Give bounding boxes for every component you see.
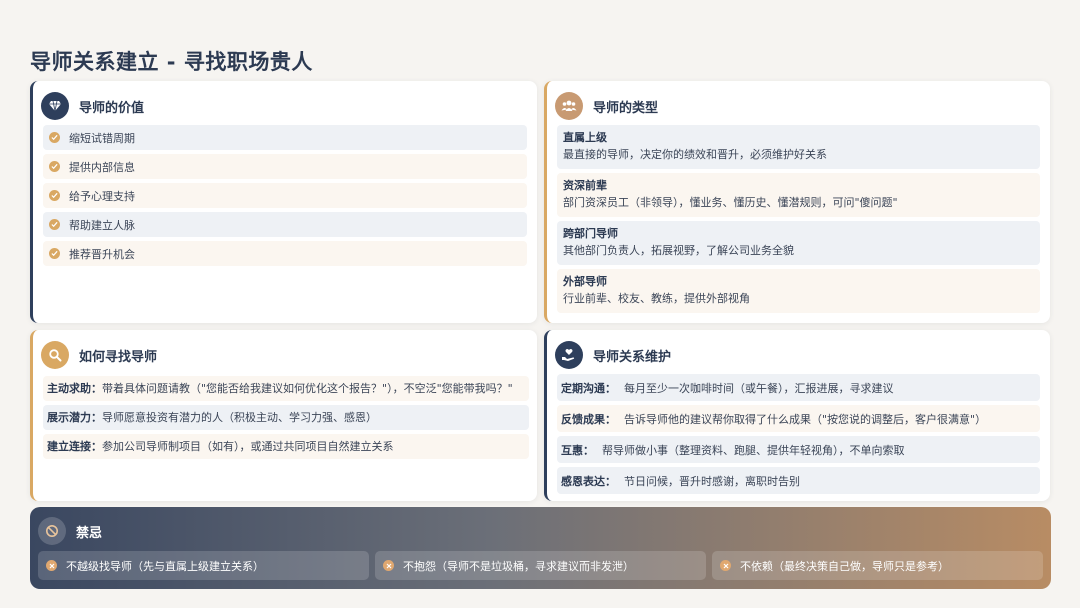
- list-item: 外部导师 行业前辈、校友、教练，提供外部视角: [557, 269, 1040, 313]
- list-item: 定期沟通： 每月至少一次咖啡时间（或午餐），汇报进展，寻求建议: [557, 374, 1040, 401]
- type-desc: 最直接的导师，决定你的绩效和晋升，必须维护好关系: [563, 148, 827, 161]
- value-list: 缩短试错周期 提供内部信息 给予心理支持 帮助建立人脉 推荐晋升机会: [43, 125, 527, 270]
- diamond-icon: [41, 92, 69, 120]
- check-icon: [49, 190, 60, 201]
- list-item: 资深前辈 部门资深员工（非领导），懂业务、懂历史、懂潜规则，可问"傻问题": [557, 173, 1040, 217]
- taboo-item: 不依赖（最终决策自己做，导师只是参考）: [712, 551, 1043, 580]
- list-item: 缩短试错周期: [43, 125, 527, 150]
- find-text: 导师愿意投资有潜力的人（积极主动、学习力强、感恩）: [102, 411, 377, 424]
- maintain-key: 反馈成果：: [561, 412, 616, 426]
- list-item: 跨部门导师 其他部门负责人，拓展视野，了解公司业务全貌: [557, 221, 1040, 265]
- find-text: 带着具体问题请教（"您能否给我建议如何优化这个报告？"），不空泛"您能带我吗？": [102, 382, 513, 395]
- type-desc: 其他部门负责人，拓展视野，了解公司业务全貌: [563, 244, 794, 257]
- list-item-label: 提供内部信息: [69, 160, 135, 174]
- taboo-item-label: 不越级找导师（先与直属上级建立关系）: [66, 559, 264, 573]
- find-key: 建立连接：: [47, 440, 102, 453]
- list-item-label: 推荐晋升机会: [69, 247, 135, 261]
- heart-hand-icon: [555, 341, 583, 369]
- search-icon: [41, 341, 69, 369]
- value-card-header: 导师的价值: [41, 91, 144, 121]
- maintain-list: 定期沟通： 每月至少一次咖啡时间（或午餐），汇报进展，寻求建议 反馈成果： 告诉导师…: [557, 374, 1040, 498]
- types-card-header: 导师的类型: [555, 91, 658, 121]
- list-item-label: 给予心理支持: [69, 189, 135, 203]
- maintain-key: 互惠：: [561, 443, 594, 457]
- maintain-card: 导师关系维护 定期沟通： 每月至少一次咖啡时间（或午餐），汇报进展，寻求建议 反馈…: [544, 330, 1050, 501]
- value-card-title: 导师的价值: [79, 100, 145, 116]
- types-card: 导师的类型 直属上级 最直接的导师，决定你的绩效和晋升，必须维护好关系 资深前辈…: [544, 81, 1050, 323]
- taboo-title: 禁忌: [76, 525, 103, 541]
- x-icon: [383, 560, 394, 571]
- taboo-header: 禁忌: [38, 516, 102, 546]
- list-item: 推荐晋升机会: [43, 241, 527, 266]
- type-desc: 部门资深员工（非领导），懂业务、懂历史、懂潜规则，可问"傻问题": [563, 196, 898, 209]
- maintain-text: 告诉导师他的建议帮你取得了什么成果（"按您说的调整后，客户很满意"）: [624, 412, 987, 426]
- type-name: 资深前辈: [563, 179, 607, 192]
- taboo-item: 不越级找导师（先与直属上级建立关系）: [38, 551, 369, 580]
- maintain-key: 定期沟通：: [561, 381, 616, 395]
- list-item: 帮助建立人脉: [43, 212, 527, 237]
- list-item: 感恩表达： 节日问候，晋升时感谢，离职时告别: [557, 467, 1040, 494]
- type-name: 跨部门导师: [563, 227, 618, 240]
- maintain-card-header: 导师关系维护: [555, 340, 671, 370]
- maintain-card-title: 导师关系维护: [593, 349, 672, 365]
- check-icon: [49, 219, 60, 230]
- maintain-key: 感恩表达：: [561, 474, 616, 488]
- maintain-text: 节日问候，晋升时感谢，离职时告别: [624, 474, 800, 488]
- list-item: 互惠： 帮导师做小事（整理资料、跑腿、提供年轻视角），不单向索取: [557, 436, 1040, 463]
- taboo-item: 不抱怨（导师不是垃圾桶，寻求建议而非发泄）: [375, 551, 706, 580]
- list-item-label: 缩短试错周期: [69, 131, 135, 145]
- find-card: 如何寻找导师 主动求助：带着具体问题请教（"您能否给我建议如何优化这个报告？"）…: [30, 330, 537, 501]
- x-icon: [46, 560, 57, 571]
- find-card-header: 如何寻找导师: [41, 340, 157, 370]
- taboo-list: 不越级找导师（先与直属上级建立关系） 不抱怨（导师不是垃圾桶，寻求建议而非发泄）…: [38, 551, 1049, 580]
- types-card-title: 导师的类型: [593, 100, 659, 116]
- value-card: 导师的价值 缩短试错周期 提供内部信息 给予心理支持 帮助建立人脉 推荐晋升机会: [30, 81, 537, 323]
- find-key: 展示潜力：: [47, 411, 102, 424]
- list-item: 提供内部信息: [43, 154, 527, 179]
- taboo-item-label: 不依赖（最终决策自己做，导师只是参考）: [740, 559, 949, 573]
- x-icon: [720, 560, 731, 571]
- page-title: 导师关系建立 - 寻找职场贵人: [30, 50, 313, 74]
- find-text: 参加公司导师制项目（如有），或通过共同项目自然建立关系: [102, 440, 394, 453]
- type-desc: 行业前辈、校友、教练，提供外部视角: [563, 292, 750, 305]
- group-icon: [555, 92, 583, 120]
- list-item: 给予心理支持: [43, 183, 527, 208]
- type-name: 外部导师: [563, 275, 607, 288]
- taboo-panel: 禁忌 不越级找导师（先与直属上级建立关系） 不抱怨（导师不是垃圾桶，寻求建议而非…: [30, 507, 1051, 589]
- list-item: 展示潜力：导师愿意投资有潜力的人（积极主动、学习力强、感恩）: [43, 405, 529, 430]
- ban-icon: [38, 517, 66, 545]
- list-item-label: 帮助建立人脉: [69, 218, 135, 232]
- find-key: 主动求助：: [47, 382, 102, 395]
- maintain-text: 帮导师做小事（整理资料、跑腿、提供年轻视角），不单向索取: [602, 443, 905, 457]
- types-list: 直属上级 最直接的导师，决定你的绩效和晋升，必须维护好关系 资深前辈 部门资深员…: [557, 125, 1040, 317]
- list-item: 主动求助：带着具体问题请教（"您能否给我建议如何优化这个报告？"），不空泛"您能…: [43, 376, 529, 401]
- type-name: 直属上级: [563, 131, 607, 144]
- maintain-text: 每月至少一次咖啡时间（或午餐），汇报进展，寻求建议: [624, 381, 894, 395]
- find-card-title: 如何寻找导师: [79, 349, 158, 365]
- taboo-item-label: 不抱怨（导师不是垃圾桶，寻求建议而非发泄）: [403, 559, 634, 573]
- find-list: 主动求助：带着具体问题请教（"您能否给我建议如何优化这个报告？"），不空泛"您能…: [43, 376, 529, 463]
- list-item: 直属上级 最直接的导师，决定你的绩效和晋升，必须维护好关系: [557, 125, 1040, 169]
- check-icon: [49, 161, 60, 172]
- check-icon: [49, 248, 60, 259]
- list-item: 建立连接：参加公司导师制项目（如有），或通过共同项目自然建立关系: [43, 434, 529, 459]
- list-item: 反馈成果： 告诉导师他的建议帮你取得了什么成果（"按您说的调整后，客户很满意"）: [557, 405, 1040, 432]
- check-icon: [49, 132, 60, 143]
